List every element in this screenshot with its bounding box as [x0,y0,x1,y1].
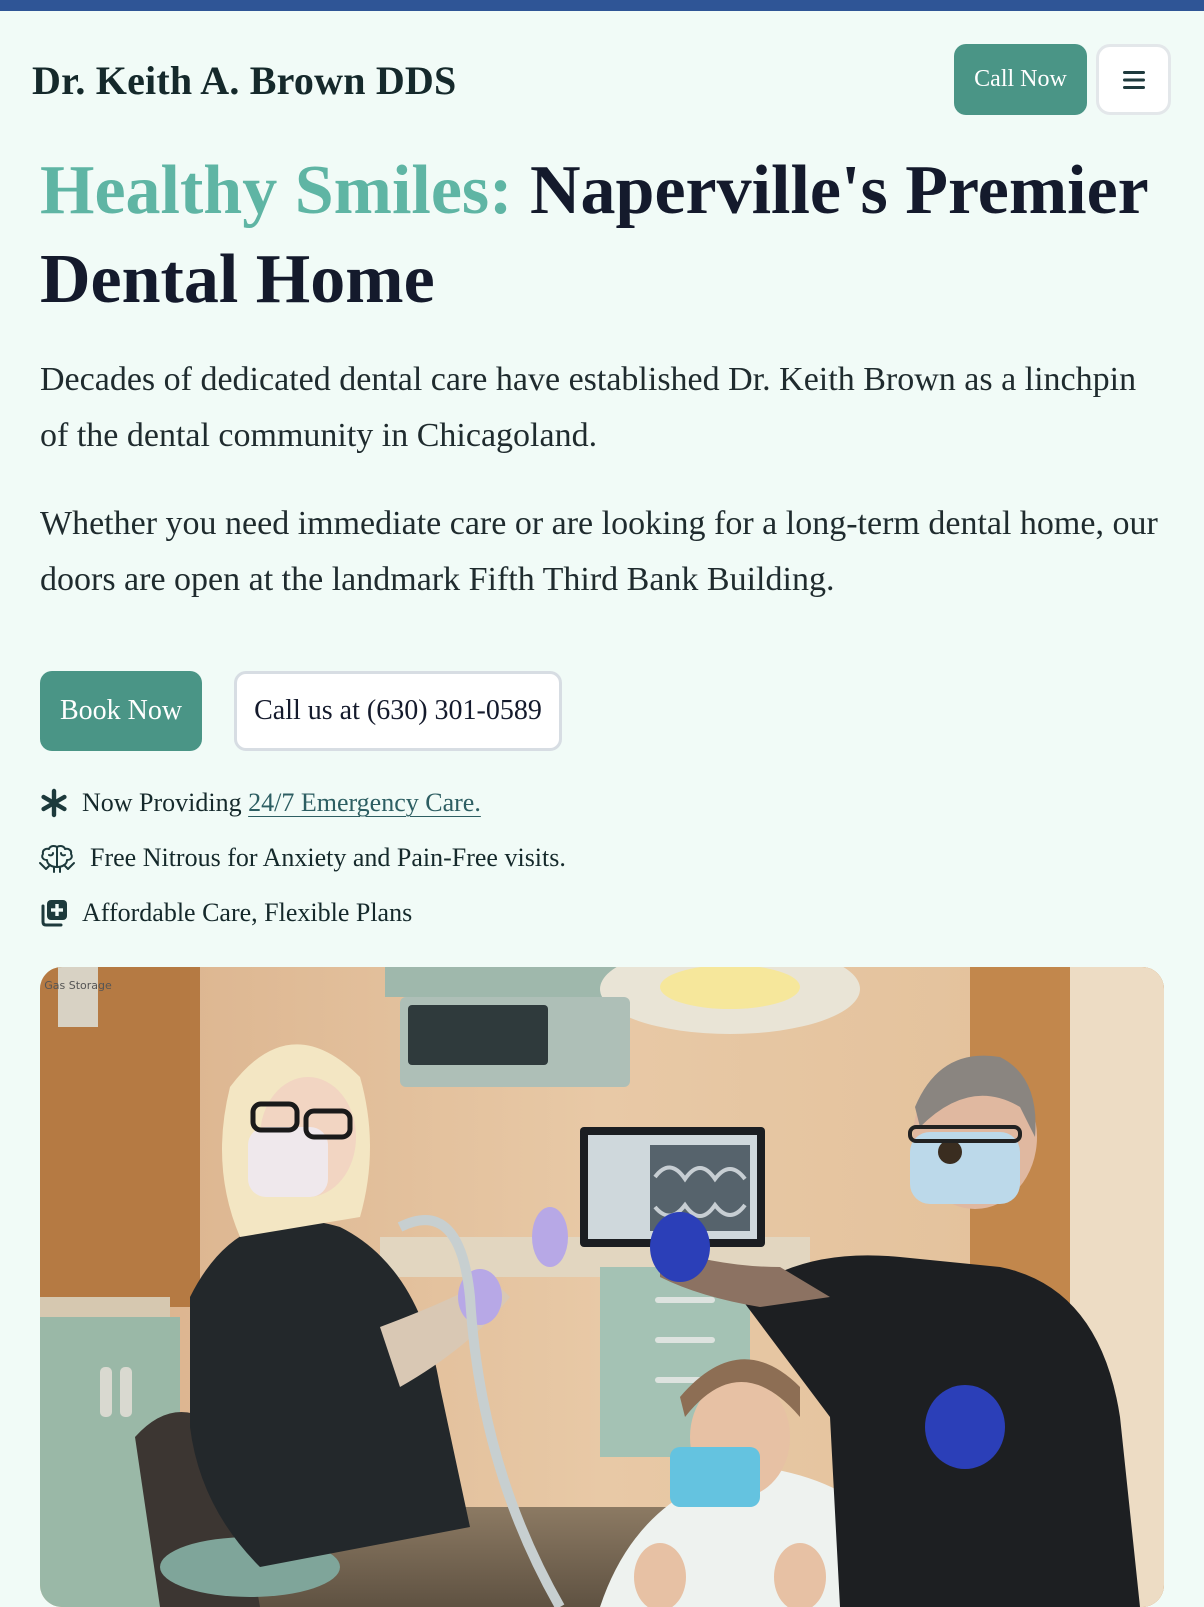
dental-office-illustration: Gas Storage [40,967,1164,1607]
brain-icon [38,842,76,874]
hamburger-menu-icon [1122,70,1145,89]
hero-title: Healthy Smiles: Naperville's Premier Den… [40,146,1160,324]
feature-affordable-care: Affordable Care, Flexible Plans [38,893,412,933]
menu-button[interactable] [1096,44,1171,115]
site-header: Dr. Keith A. Brown DDS Call Now [0,11,1204,136]
book-now-button[interactable]: Book Now [40,671,202,751]
feature-emergency-care: Now Providing 24/7 Emergency Care. [38,783,481,823]
hero-title-accent: Healthy Smiles: [40,152,513,229]
medical-plus-icon [38,897,70,929]
call-now-button[interactable]: Call Now [954,44,1087,115]
emergency-care-link[interactable]: 24/7 Emergency Care. [248,788,481,818]
asterisk-icon [38,787,70,819]
top-accent-bar [0,0,1204,11]
gas-storage-sign: Gas Storage [44,979,112,992]
feature-nitrous: Free Nitrous for Anxiety and Pain-Free v… [38,838,566,878]
hero-paragraph-1: Decades of dedicated dental care have es… [40,361,1137,454]
feature-emergency-prefix: Now Providing [82,788,249,817]
team-photo: Gas Storage [40,967,1164,1607]
feature-affordable-text: Affordable Care, Flexible Plans [82,898,413,927]
call-us-button[interactable]: Call us at (630) 301-0589 [234,671,562,751]
hero-paragraph-2: Whether you need immediate care or are l… [40,505,1158,598]
feature-nitrous-text: Free Nitrous for Anxiety and Pain-Free v… [90,843,566,872]
site-brand[interactable]: Dr. Keith A. Brown DDS [32,57,456,104]
